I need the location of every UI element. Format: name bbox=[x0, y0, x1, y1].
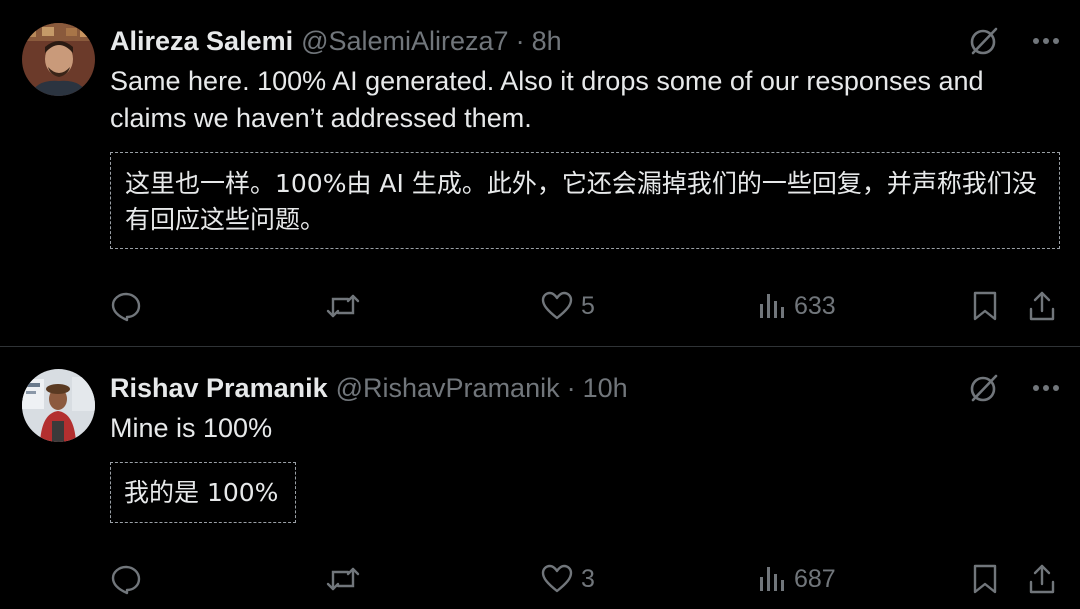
like-count: 5 bbox=[581, 291, 595, 320]
translation-box: 我的是 100% bbox=[110, 462, 296, 523]
avatar[interactable] bbox=[22, 369, 95, 442]
tweet-text: Same here. 100% AI generated. Also it dr… bbox=[110, 66, 984, 133]
avatar[interactable] bbox=[22, 23, 95, 96]
more-options-icon[interactable] bbox=[1032, 372, 1060, 404]
translation-box: 这里也一样。100%由 AI 生成。此外，它还会漏掉我们的一些回复，并声称我们没… bbox=[110, 152, 1060, 249]
avatar-image bbox=[22, 369, 95, 442]
tweet-header: Alireza Salemi @SalemiAlireza7 · 8h bbox=[110, 23, 562, 59]
tweet-header: Rishav Pramanik @RishavPramanik · 10h bbox=[110, 370, 628, 406]
author-handle[interactable]: @SalemiAlireza7 bbox=[301, 26, 508, 57]
views-chart-icon bbox=[760, 294, 784, 318]
tweet-actions: 3 687 bbox=[110, 559, 1060, 599]
like-count: 3 bbox=[581, 564, 595, 593]
views-count: 687 bbox=[794, 564, 836, 593]
author-name[interactable]: Rishav Pramanik bbox=[110, 373, 328, 404]
tweet-actions: 5 633 bbox=[110, 286, 1060, 326]
timestamp[interactable]: 8h bbox=[532, 26, 562, 57]
retweet-button[interactable] bbox=[326, 559, 360, 599]
separator-dot: · bbox=[515, 25, 525, 56]
separator-dot: · bbox=[566, 372, 576, 403]
author-handle[interactable]: @RishavPramanik bbox=[336, 373, 560, 404]
grok-icon[interactable] bbox=[968, 372, 1000, 404]
more-options-icon[interactable] bbox=[1032, 25, 1060, 57]
bookmark-icon bbox=[973, 564, 997, 594]
like-button[interactable]: 5 bbox=[541, 286, 595, 326]
retweet-icon bbox=[326, 294, 360, 318]
bookmark-icon bbox=[973, 291, 997, 321]
reply-icon bbox=[111, 565, 141, 595]
reply-button[interactable] bbox=[110, 286, 142, 326]
tweet-top-actions bbox=[968, 370, 1060, 406]
author-name[interactable]: Alireza Salemi bbox=[110, 26, 293, 57]
share-icon bbox=[1029, 291, 1055, 321]
like-button[interactable]: 3 bbox=[541, 559, 595, 599]
avatar-image bbox=[22, 23, 95, 96]
reply-icon bbox=[111, 292, 141, 322]
heart-icon bbox=[541, 291, 573, 320]
views-count: 633 bbox=[794, 291, 836, 320]
retweet-icon bbox=[326, 567, 360, 591]
views-chart-icon bbox=[760, 567, 784, 591]
bookmark-button[interactable] bbox=[972, 559, 998, 599]
tweet-text: Mine is 100% bbox=[110, 413, 273, 443]
views-button[interactable]: 633 bbox=[758, 286, 836, 326]
timestamp[interactable]: 10h bbox=[583, 373, 628, 404]
retweet-button[interactable] bbox=[326, 286, 360, 326]
share-button[interactable] bbox=[1028, 286, 1056, 326]
bookmark-button[interactable] bbox=[972, 286, 998, 326]
tweet[interactable]: Alireza Salemi @SalemiAlireza7 · 8h Same… bbox=[0, 0, 1080, 347]
tweet-top-actions bbox=[968, 23, 1060, 59]
grok-icon[interactable] bbox=[968, 25, 1000, 57]
share-button[interactable] bbox=[1028, 559, 1056, 599]
views-button[interactable]: 687 bbox=[758, 559, 836, 599]
share-icon bbox=[1029, 564, 1055, 594]
reply-button[interactable] bbox=[110, 559, 142, 599]
heart-icon bbox=[541, 564, 573, 593]
